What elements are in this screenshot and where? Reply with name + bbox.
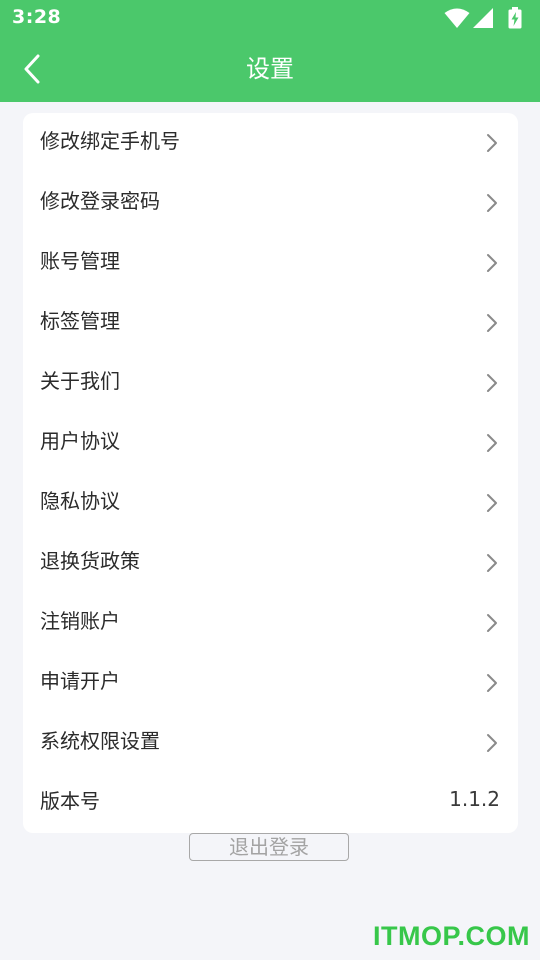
chevron-right-icon [487, 614, 497, 632]
chevron-right-icon [487, 554, 497, 572]
menu-item-change-phone[interactable]: 修改绑定手机号 [23, 113, 518, 173]
menu-item-about-us[interactable]: 关于我们 [23, 353, 518, 413]
menu-item-version: 版本号 1.1.2 [23, 773, 518, 833]
chevron-right-icon [487, 434, 497, 452]
status-time: 3:28 [12, 6, 62, 28]
menu-item-open-account[interactable]: 申请开户 [23, 653, 518, 713]
battery-charging-icon [508, 7, 522, 29]
menu-item-user-agreement[interactable]: 用户协议 [23, 413, 518, 473]
page-title: 设置 [246, 55, 294, 83]
menu-item-delete-account[interactable]: 注销账户 [23, 593, 518, 653]
watermark: ITMOP.COM [372, 921, 530, 951]
menu-item-label: 用户协议 [40, 429, 120, 453]
menu-item-label: 隐私协议 [40, 489, 120, 513]
settings-menu: 修改绑定手机号 修改登录密码 账号管理 标签管理 关于我们 用户协议 隐私协议 [23, 113, 518, 833]
version-label: 版本号 [40, 789, 100, 813]
menu-item-privacy-agreement[interactable]: 隐私协议 [23, 473, 518, 533]
menu-item-label: 标签管理 [40, 309, 120, 333]
menu-item-system-permissions[interactable]: 系统权限设置 [23, 713, 518, 773]
menu-item-label: 退换货政策 [40, 549, 140, 573]
chevron-right-icon [487, 194, 497, 212]
menu-item-label: 账号管理 [40, 249, 120, 273]
app-bar: 设置 [0, 36, 540, 102]
chevron-right-icon [487, 254, 497, 272]
menu-item-tag-management[interactable]: 标签管理 [23, 293, 518, 353]
chevron-right-icon [487, 374, 497, 392]
menu-item-label: 修改绑定手机号 [40, 129, 180, 153]
signal-icon [472, 7, 494, 29]
menu-item-label: 系统权限设置 [40, 729, 160, 753]
settings-screen: 3:28 设置 修改绑定手机号 修改登录密码 账号管理 标签管理 关于我们 用户… [0, 0, 540, 960]
chevron-right-icon [487, 494, 497, 512]
chevron-right-icon [487, 734, 497, 752]
logout-button[interactable]: 退出登录 [189, 833, 349, 861]
menu-item-return-policy[interactable]: 退换货政策 [23, 533, 518, 593]
menu-item-label: 修改登录密码 [40, 189, 160, 213]
status-bar: 3:28 [0, 0, 540, 36]
version-value: 1.1.2 [449, 787, 500, 811]
menu-item-label: 关于我们 [40, 369, 120, 393]
wifi-icon [444, 7, 470, 29]
menu-item-change-password[interactable]: 修改登录密码 [23, 173, 518, 233]
menu-item-account-management[interactable]: 账号管理 [23, 233, 518, 293]
chevron-right-icon [487, 314, 497, 332]
menu-item-label: 申请开户 [40, 669, 120, 693]
menu-item-label: 注销账户 [40, 609, 120, 633]
chevron-right-icon [487, 674, 497, 692]
chevron-right-icon [487, 134, 497, 152]
